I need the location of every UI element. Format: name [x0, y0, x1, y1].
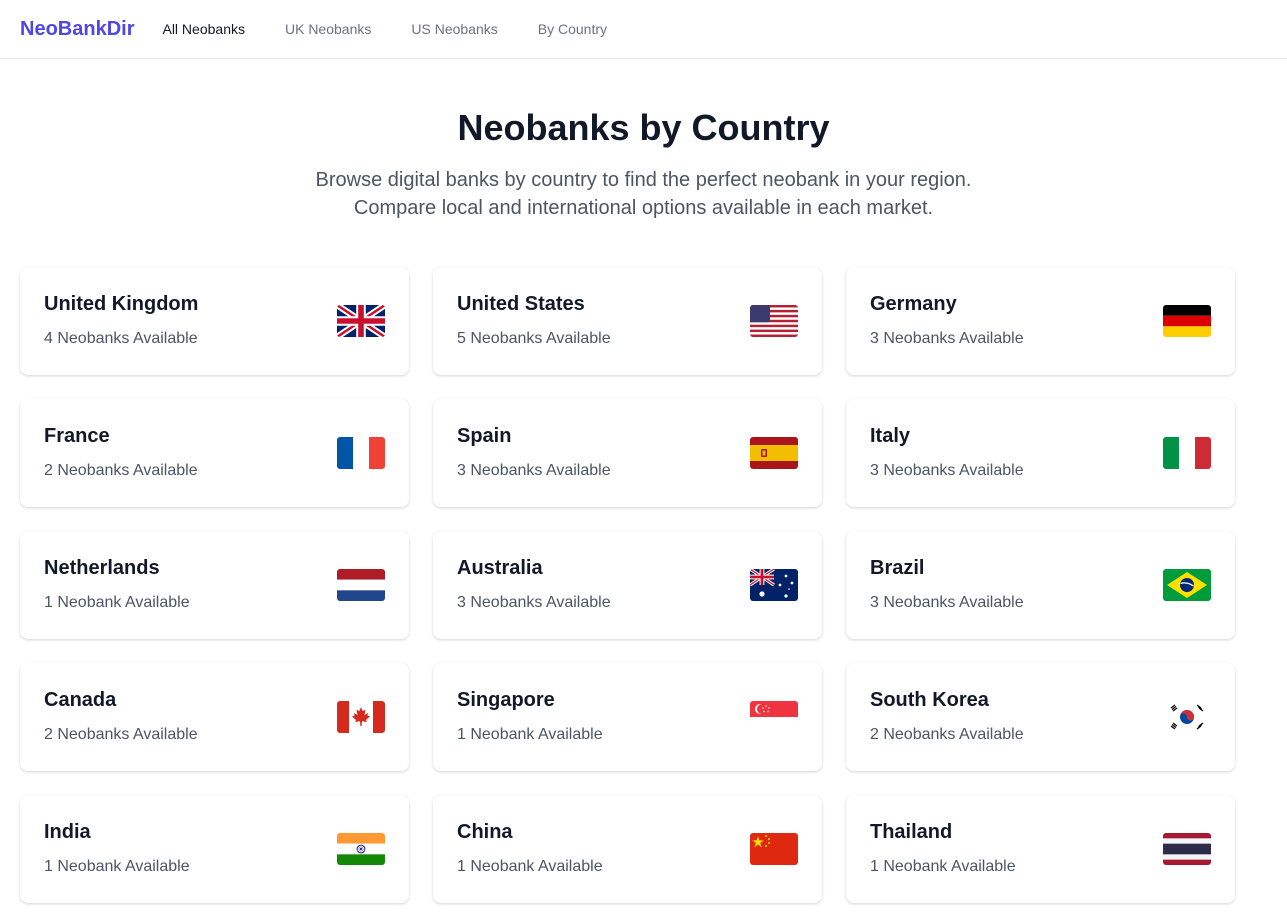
country-name: Thailand	[870, 821, 953, 843]
country-card-brazil[interactable]: Brazil 3 Neobanks Available	[846, 531, 1235, 639]
france-flag-icon	[337, 437, 385, 469]
page-subtitle: Browse digital banks by country to find …	[0, 166, 1287, 222]
singapore-flag-icon	[750, 701, 798, 733]
country-card-netherlands[interactable]: Netherlands 1 Neobank Available	[20, 531, 409, 639]
spain-flag-icon	[750, 437, 798, 469]
us-flag-icon	[750, 305, 798, 337]
neobank-count: 2 Neobanks Available	[44, 462, 198, 479]
subtitle-line-1: Browse digital banks by country to find …	[315, 169, 972, 191]
neobank-count: 1 Neobank Available	[457, 858, 603, 875]
germany-flag-icon	[1163, 305, 1211, 337]
neobank-count: 1 Neobank Available	[457, 726, 603, 743]
country-grid: United Kingdom 4 Neobanks Available Unit…	[20, 267, 1235, 903]
country-name: France	[44, 425, 110, 447]
country-card-france[interactable]: France 2 Neobanks Available	[20, 399, 409, 507]
neobank-count: 5 Neobanks Available	[457, 330, 611, 347]
neobank-count: 3 Neobanks Available	[870, 594, 1024, 611]
country-name: United States	[457, 293, 585, 315]
hero-section: Neobanks by Country Browse digital banks…	[0, 59, 1287, 222]
country-name: Singapore	[457, 689, 555, 711]
country-card-canada[interactable]: Canada 2 Neobanks Available	[20, 663, 409, 771]
country-card-south-korea[interactable]: South Korea 2 Neobanks Available	[846, 663, 1235, 771]
australia-flag-icon	[750, 569, 798, 601]
country-name: Italy	[870, 425, 911, 447]
netherlands-flag-icon	[337, 569, 385, 601]
china-flag-icon	[750, 833, 798, 865]
country-name: United Kingdom	[44, 293, 199, 315]
country-card-australia[interactable]: Australia 3 Neobanks Available	[433, 531, 822, 639]
neobank-count: 3 Neobanks Available	[457, 594, 611, 611]
country-card-germany[interactable]: Germany 3 Neobanks Available	[846, 267, 1235, 375]
neobank-count: 3 Neobanks Available	[870, 330, 1024, 347]
uk-flag-icon	[337, 305, 385, 337]
neobank-count: 3 Neobanks Available	[457, 462, 611, 479]
neobank-count: 1 Neobank Available	[44, 594, 190, 611]
country-card-spain[interactable]: Spain 3 Neobanks Available	[433, 399, 822, 507]
country-card-thailand[interactable]: Thailand 1 Neobank Available	[846, 795, 1235, 903]
italy-flag-icon	[1163, 437, 1211, 469]
country-name: Spain	[457, 425, 512, 447]
neobank-count: 1 Neobank Available	[44, 858, 190, 875]
neobank-count: 3 Neobanks Available	[870, 462, 1024, 479]
country-name: Canada	[44, 689, 117, 711]
south-korea-flag-icon	[1163, 701, 1211, 733]
country-card-italy[interactable]: Italy 3 Neobanks Available	[846, 399, 1235, 507]
neobank-count: 1 Neobank Available	[870, 858, 1016, 875]
country-name: Germany	[870, 293, 957, 315]
country-card-singapore[interactable]: Singapore 1 Neobank Available	[433, 663, 822, 771]
country-card-india[interactable]: India 1 Neobank Available	[20, 795, 409, 903]
country-name: South Korea	[870, 689, 989, 711]
thailand-flag-icon	[1163, 833, 1211, 865]
brazil-flag-icon	[1163, 569, 1211, 601]
country-name: Netherlands	[44, 557, 160, 579]
neobank-count: 2 Neobanks Available	[44, 726, 198, 743]
country-card-united-states[interactable]: United States 5 Neobanks Available	[433, 267, 822, 375]
country-name: India	[44, 821, 91, 843]
country-name: Brazil	[870, 557, 925, 579]
subtitle-line-2: Compare local and international options …	[353, 197, 934, 219]
india-flag-icon	[337, 833, 385, 865]
nav-link-by-country[interactable]: By Country	[538, 21, 607, 37]
canada-flag-icon	[337, 701, 385, 733]
page-title: Neobanks by Country	[457, 107, 830, 148]
nav-link-all-neobanks[interactable]: All Neobanks	[162, 21, 245, 37]
country-card-china[interactable]: China 1 Neobank Available	[433, 795, 822, 903]
nav-link-us-neobanks[interactable]: US Neobanks	[411, 21, 497, 37]
top-nav: NeoBankDir All Neobanks UK Neobanks US N…	[0, 0, 1287, 59]
nav-link-uk-neobanks[interactable]: UK Neobanks	[285, 21, 371, 37]
neobank-count: 4 Neobanks Available	[44, 330, 198, 347]
country-card-united-kingdom[interactable]: United Kingdom 4 Neobanks Available	[20, 267, 409, 375]
neobank-count: 2 Neobanks Available	[870, 726, 1024, 743]
country-name: China	[457, 821, 513, 843]
brand-logo[interactable]: NeoBankDir	[20, 18, 134, 41]
country-name: Australia	[457, 557, 543, 579]
